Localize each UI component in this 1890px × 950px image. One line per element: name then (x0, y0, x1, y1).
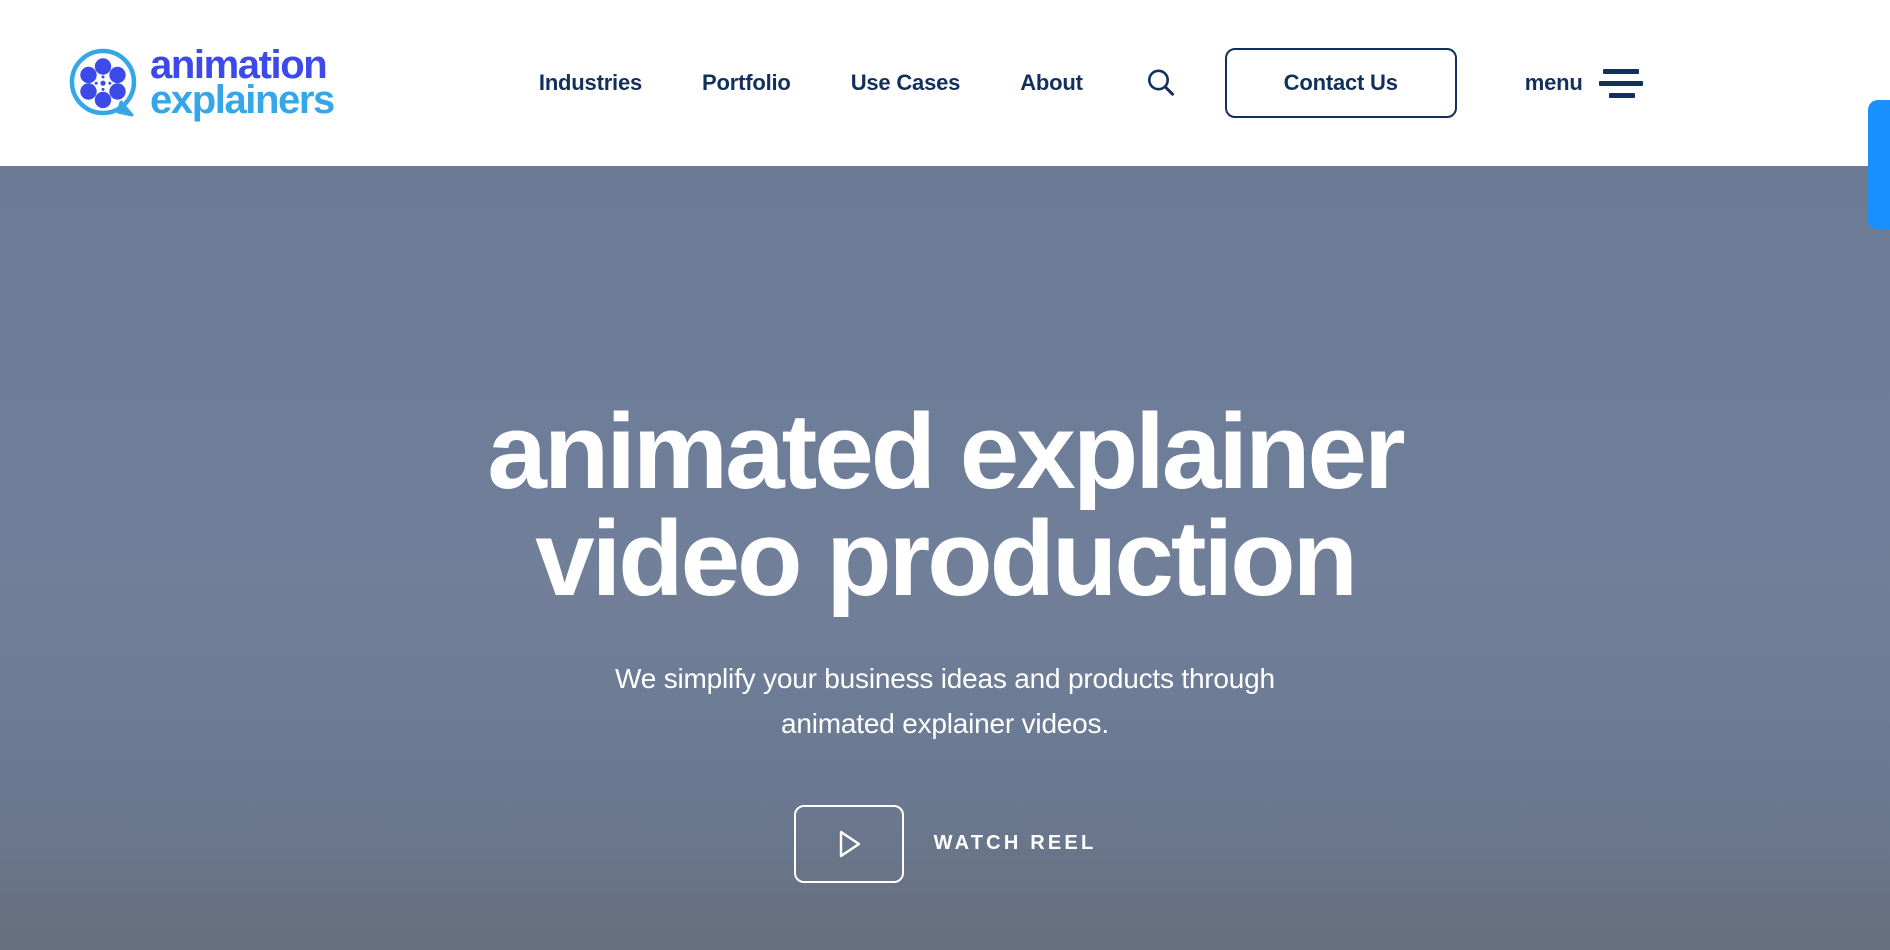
nav-link-about[interactable]: About (1020, 70, 1083, 96)
logo-wordmark: animation explainers (150, 45, 335, 122)
menu-toggle-label: menu (1524, 70, 1583, 95)
hamburger-menu-icon (1598, 68, 1643, 98)
play-triangle-icon (839, 830, 860, 857)
hero-subtitle-line-2: animated explainer videos. (781, 708, 1109, 740)
hero-content: animated explainer video production We s… (0, 398, 1890, 883)
film-reel-speech-bubble-logo-icon (69, 48, 137, 117)
hero-subtitle-line-1: We simplify your business ideas and prod… (615, 663, 1275, 694)
nav-link-industries[interactable]: Industries (539, 70, 642, 96)
nav-link-portfolio[interactable]: Portfolio (702, 70, 791, 96)
search-icon (1147, 69, 1174, 96)
site-logo[interactable]: animation explainers (64, 44, 335, 122)
nav-link-use-cases[interactable]: Use Cases (851, 70, 961, 96)
hero-title: animated explainer video production (0, 398, 1890, 612)
menu-toggle-button[interactable]: menu (1524, 68, 1643, 98)
watch-reel-button[interactable]: WATCH REEL (793, 804, 1097, 883)
contact-us-button[interactable]: Contact Us (1224, 48, 1457, 118)
hero-title-line-2: video production (535, 498, 1358, 618)
search-button[interactable] (1141, 63, 1181, 103)
hero-section: animated explainer video production We s… (0, 166, 1890, 950)
hero-title-line-1: animated explainer (487, 391, 1405, 511)
main-navigation: Industries Portfolio Use Cases About (539, 70, 1083, 96)
site-header: animation explainers Industries Portfoli… (0, 0, 1890, 166)
page-root: animation explainers Industries Portfoli… (0, 0, 1890, 950)
play-button-box[interactable] (793, 804, 904, 883)
side-floating-tab[interactable] (1868, 100, 1890, 230)
watch-reel-label: WATCH REEL (933, 832, 1097, 855)
logo-word-explainers: explainers (150, 78, 335, 122)
hero-subtitle: We simplify your business ideas and prod… (0, 656, 1890, 747)
